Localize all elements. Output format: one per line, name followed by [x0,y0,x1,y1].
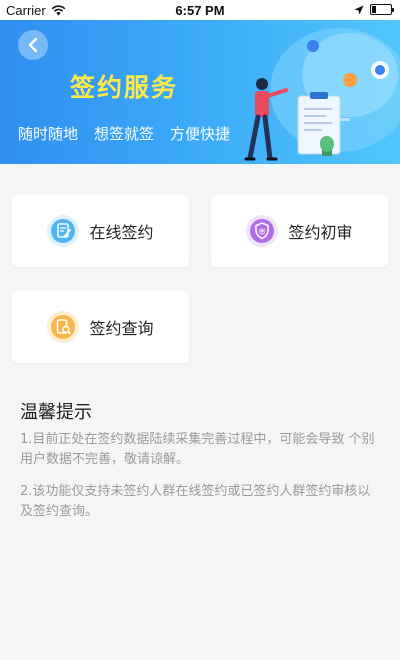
status-right [354,4,394,15]
chevron-left-icon [28,37,38,53]
sign-query-label: 签约查询 [89,319,154,338]
signing-illustration [244,28,400,161]
tip-item-2: 2.该功能仅支持未签约人群在线签约或已签约人群签约审核以及签约查询。 [20,484,371,519]
online-sign-label: 在线签约 [89,223,154,242]
location-arrow-icon [354,5,364,14]
banner-slogans: 随时随地 想签就签 方便快捷 [18,123,230,144]
slogan-3: 方便快捷 [170,125,231,143]
online-sign-card[interactable]: 在线签约 [12,195,189,267]
status-time: 6:57 PM [175,3,225,18]
slogan-1: 随时随地 [18,125,79,143]
battery-fill [372,6,376,13]
edit-document-glyph [51,219,76,243]
sign-review-label: 签约初审 [288,223,353,242]
tip-item-1: 1.目前正处在签约数据陆续采集完善过程中，可能会导致 个别用户数据不完善，敬请谅… [20,432,375,467]
sign-query-card[interactable]: 签约查询 [12,291,189,363]
slogan-2: 想签就签 [94,125,155,143]
edit-document-icon [47,215,80,247]
battery-icon [370,4,394,15]
tips-title: 温馨提示 [20,402,92,423]
banner: 签约服务 随时随地 想签就签 方便快捷 [0,20,400,164]
status-bar: Carrier 6:57 PM [0,0,400,20]
banner-title: 签约服务 [70,73,179,102]
sign-review-card[interactable]: 审 签约初审 [211,195,388,267]
back-button[interactable] [18,30,48,60]
shield-review-icon: 审 [246,215,279,247]
shield-review-glyph: 审 [250,219,275,243]
document-search-glyph [51,315,76,339]
svg-text:审: 审 [259,227,266,236]
document-search-icon [47,311,80,343]
